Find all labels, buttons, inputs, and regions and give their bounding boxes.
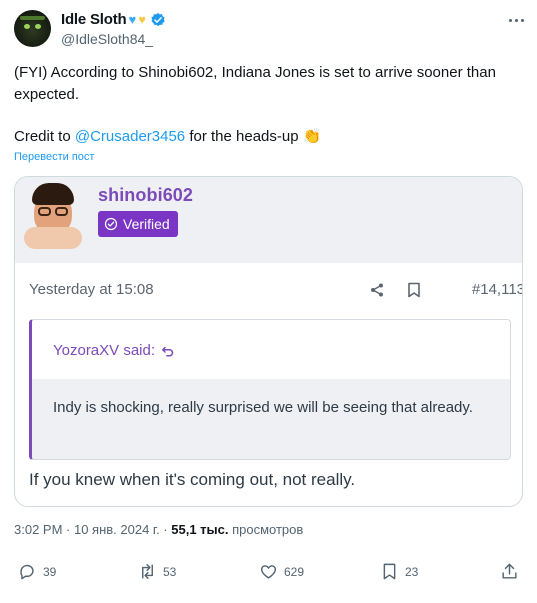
time-date[interactable]: 3:02 PM · 10 янв. 2024 г. · <box>14 522 171 537</box>
share-icon <box>371 283 383 297</box>
blue-heart-icon: ♥ <box>128 12 137 27</box>
like-button[interactable]: 629 <box>259 562 304 581</box>
views-label: просмотров <box>228 522 304 537</box>
like-count: 629 <box>284 564 305 579</box>
bookmark-outline-icon <box>408 282 420 298</box>
repost-count: 53 <box>163 564 177 579</box>
author-avatar[interactable] <box>14 10 51 47</box>
credit-suffix: for the heads-up <box>185 128 303 145</box>
view-count: 55,1 тыс. <box>171 522 229 537</box>
repost-button[interactable]: 53 <box>138 562 176 581</box>
quote-author-label: YozoraXV said: <box>53 342 156 359</box>
forum-post-meta: Yesterday at 15:08 #14,113 <box>29 281 522 301</box>
more-options-icon[interactable] <box>506 12 526 28</box>
heart-icon <box>260 565 277 579</box>
poster-avatar <box>18 183 86 251</box>
bookmark-button[interactable]: 23 <box>380 562 418 581</box>
tweet-body: (FYI) According to Shinobi602, Indiana J… <box>14 64 496 103</box>
reply-text: If you knew when it's coming out, not re… <box>29 470 356 489</box>
repost-icon <box>142 564 153 579</box>
reply-icon <box>20 564 34 580</box>
mention-link[interactable]: @Crusader3456 <box>75 128 185 145</box>
action-bar: 39 53 629 23 <box>0 562 537 588</box>
share-upload-icon <box>502 563 517 579</box>
quote-block: YozoraXV said: Indy is shocking, really … <box>29 319 511 460</box>
clapping-hands-emoji: 👏 <box>302 128 322 145</box>
tweet-text: (FYI) According to Shinobi602, Indiana J… <box>14 62 524 106</box>
author-handle[interactable]: @IdleSloth84_ <box>61 31 153 47</box>
verified-badge-icon <box>151 12 165 26</box>
reply-count: 39 <box>43 564 57 579</box>
quote-author: YozoraXV said: <box>53 342 175 359</box>
author-name-row: Idle Sloth ♥ ♥ <box>61 11 166 28</box>
tweet-timestamp: 3:02 PM · 10 янв. 2024 г. · 55,1 тыс. пр… <box>14 522 303 537</box>
poster-name: shinobi602 <box>98 185 194 205</box>
tweet-credit-line: Credit to @Crusader3456 for the heads-up… <box>14 126 321 148</box>
yellow-heart-icon: ♥ <box>138 12 146 27</box>
check-circle-icon <box>104 217 118 231</box>
jump-to-quote-icon <box>162 346 174 357</box>
verified-tag: Verified <box>98 211 178 237</box>
verified-label: Verified <box>123 216 170 232</box>
bookmark-icon <box>383 563 396 580</box>
credit-prefix: Credit to <box>14 128 75 145</box>
forum-post-date: Yesterday at 15:08 <box>29 281 154 298</box>
tweet: Idle Sloth ♥ ♥ @IdleSloth84_ (FYI) Accor… <box>0 0 537 603</box>
forum-post-header: shinobi602 Verified <box>15 177 522 263</box>
share-button[interactable] <box>500 562 519 581</box>
author-display-name[interactable]: Idle Sloth <box>61 11 127 28</box>
reply-button[interactable]: 39 <box>18 562 56 581</box>
translate-post-link[interactable]: Перевести пост <box>14 151 94 163</box>
embedded-forum-post[interactable]: shinobi602 Verified Yesterday at 15:08 #… <box>14 176 523 507</box>
forum-post-number: #14,113 <box>471 281 523 298</box>
quote-text: Indy is shocking, really surprised we wi… <box>32 379 510 459</box>
bookmark-count: 23 <box>405 564 419 579</box>
